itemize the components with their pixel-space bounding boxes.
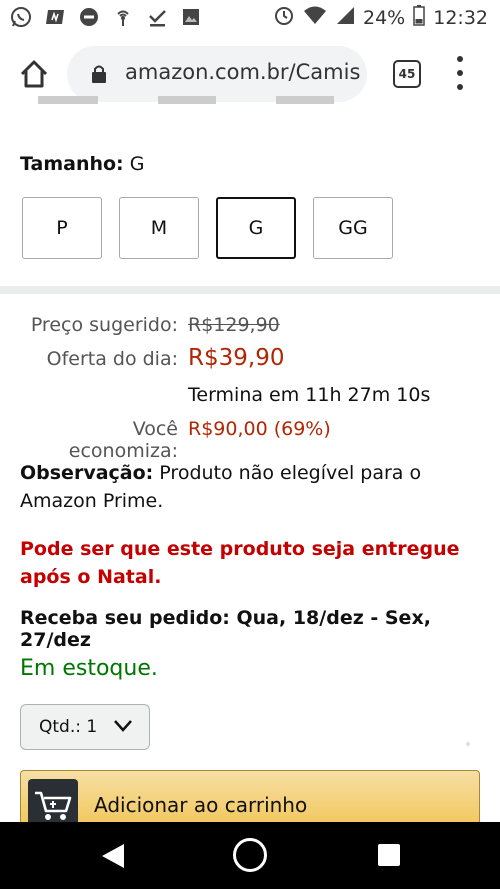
lock-icon (91, 64, 107, 84)
size-option-m[interactable]: M (119, 197, 199, 259)
recents-button[interactable] (378, 844, 400, 866)
size-option-gg[interactable]: GG (313, 197, 393, 259)
app-icon (44, 6, 66, 28)
tab-switcher-button[interactable]: 45 (393, 60, 421, 88)
chevron-down-icon (113, 718, 133, 739)
suggested-price-label: Preço sugerido: (30, 314, 178, 336)
alarm-icon (273, 4, 295, 31)
prime-note: Observação: Produto não elegível para o … (20, 462, 422, 512)
quantity-label: Qtd.: 1 (39, 717, 98, 737)
back-button[interactable] (100, 842, 126, 874)
clipped-price-row (38, 96, 358, 116)
address-bar[interactable]: amazon.com.br/Camis (67, 46, 367, 102)
hotspot-icon (112, 6, 134, 28)
home-button[interactable] (18, 58, 50, 90)
url-text: amazon.com.br/Camis (125, 60, 361, 84)
clock: 12:32 (433, 6, 488, 29)
christmas-warning: Pode ser que este produto seja entregue … (20, 538, 460, 588)
dnd-icon (78, 6, 100, 28)
savings-label: Você economiza: (68, 418, 178, 462)
add-to-cart-label: Adicionar ao carrinho (94, 793, 308, 817)
decorative-dot (466, 742, 470, 746)
deal-price: R$39,90 (188, 345, 285, 371)
deal-price-label: Oferta do dia: (46, 348, 178, 370)
size-option-g[interactable]: G (216, 197, 296, 259)
deal-timer: Termina em 11h 27m 10s (188, 384, 431, 406)
size-option-p[interactable]: P (22, 197, 102, 259)
stock-status: Em estoque. (20, 656, 158, 681)
download-done-icon (146, 6, 168, 28)
system-nav-bar (0, 822, 500, 889)
size-label: Tamanho: G (20, 153, 145, 175)
battery-percent: 24% (363, 6, 406, 29)
notification-icons (10, 6, 202, 28)
home-nav-button[interactable] (233, 838, 267, 872)
battery-icon (413, 4, 425, 31)
back-icon (102, 844, 124, 868)
image-icon (180, 6, 202, 28)
quantity-select[interactable]: Qtd.: 1 (20, 704, 150, 750)
home-icon (20, 60, 48, 88)
system-status: 24% 12:32 (273, 4, 488, 31)
signal-icon (335, 5, 355, 30)
section-divider (0, 286, 500, 294)
wifi-icon (303, 5, 327, 30)
delivery-estimate: Receba seu pedido: Qua, 18/dez - Sex, 27… (20, 607, 431, 651)
whatsapp-icon (10, 6, 32, 28)
suggested-price: R$129,90 (188, 314, 280, 336)
selected-size-value: G (129, 153, 145, 175)
status-bar: 24% 12:32 (0, 0, 500, 36)
overflow-menu-button[interactable] (452, 56, 468, 90)
savings-value: R$90,00 (69%) (188, 418, 331, 440)
